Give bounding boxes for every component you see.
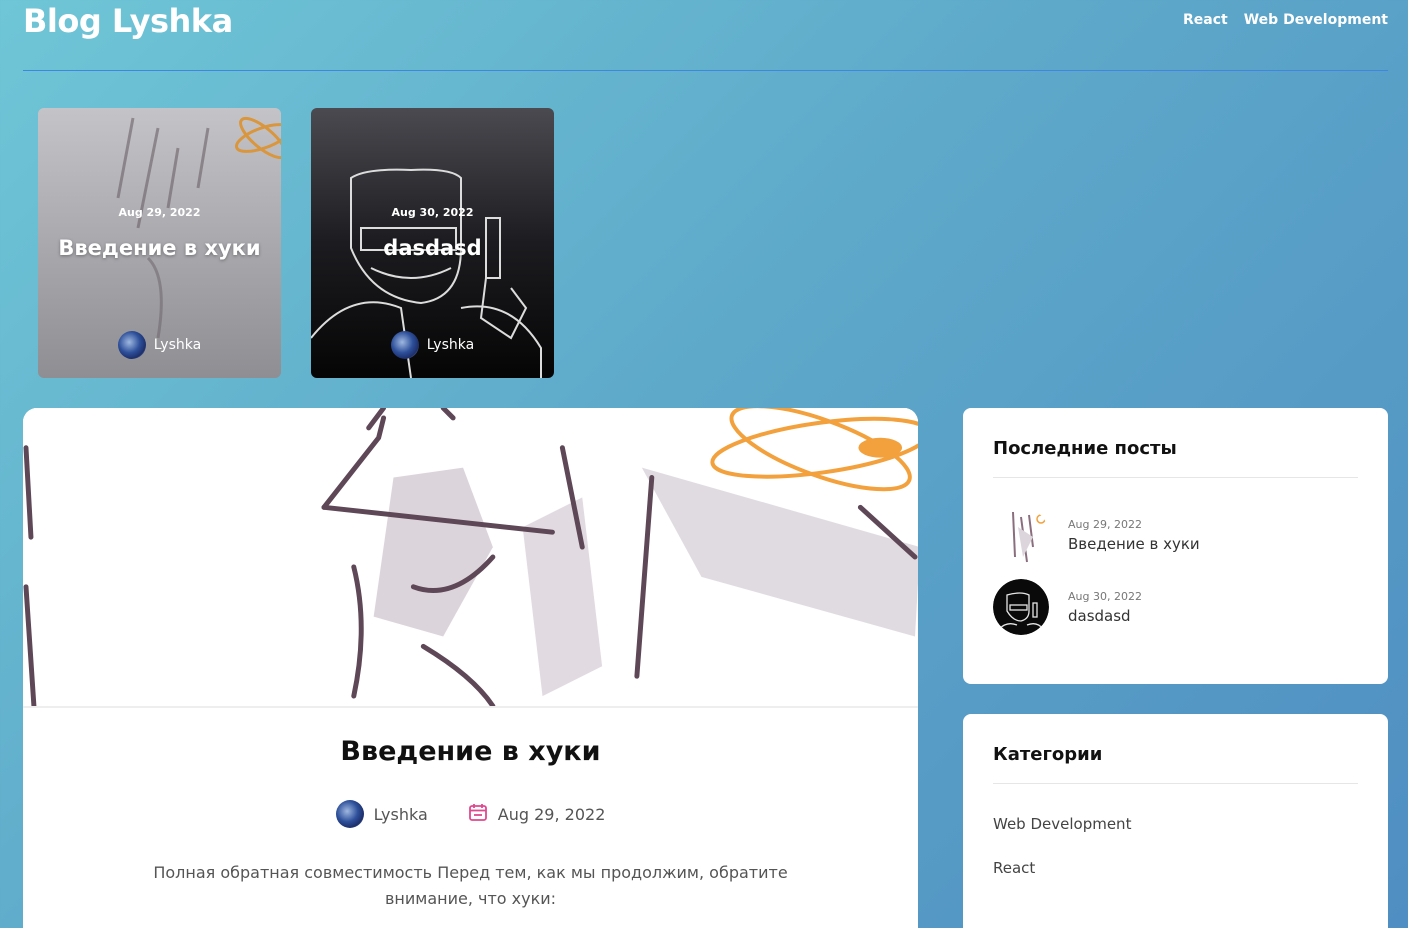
site-brand[interactable]: Blog Lyshka: [23, 2, 233, 40]
category-link-web-development[interactable]: Web Development: [993, 815, 1358, 833]
featured-card[interactable]: Aug 29, 2022 Введение в хуки Lyshka: [38, 108, 281, 378]
post-image[interactable]: [23, 408, 918, 708]
recent-post-title[interactable]: Введение в хуки: [1068, 535, 1200, 553]
recent-post-item[interactable]: Aug 30, 2022 dasdasd: [993, 579, 1358, 635]
avatar: [117, 331, 146, 359]
featured-card-author: Lyshka: [38, 331, 281, 359]
recent-posts-widget: Последние посты Aug 29, 2022 Введение в …: [963, 408, 1388, 684]
widget-title: Последние посты: [993, 438, 1358, 478]
category-link-react[interactable]: React: [993, 859, 1358, 877]
featured-card-title[interactable]: Введение в хуки: [38, 236, 281, 260]
featured-card-date: Aug 29, 2022: [118, 206, 201, 219]
recent-post-item[interactable]: Aug 29, 2022 Введение в хуки: [993, 507, 1358, 563]
post-meta: Lyshka Aug 29, 2022: [23, 800, 918, 828]
nav-link-react[interactable]: React: [1183, 12, 1228, 28]
avatar: [390, 331, 419, 359]
author-name[interactable]: Lyshka: [154, 337, 201, 353]
featured-card-author: Lyshka: [311, 331, 554, 359]
post-author[interactable]: Lyshka: [374, 805, 428, 824]
featured-card-date: Aug 30, 2022: [391, 206, 474, 219]
post-title[interactable]: Введение в хуки: [23, 736, 918, 767]
categories-widget: Категории Web Development React: [963, 714, 1388, 928]
recent-post-title[interactable]: dasdasd: [1068, 607, 1142, 625]
recent-post-thumb: [993, 507, 1049, 563]
author-name[interactable]: Lyshka: [427, 337, 474, 353]
post-date: Aug 29, 2022: [497, 804, 606, 824]
nav-link-web-development[interactable]: Web Development: [1244, 12, 1388, 28]
widget-title: Категории: [993, 744, 1358, 784]
site-header: Blog Lyshka React Web Development: [23, 0, 1388, 71]
featured-card-title[interactable]: dasdasd: [311, 236, 554, 260]
main-nav: React Web Development: [1183, 12, 1388, 28]
post-card: Введение в хуки Lyshka Aug 29, 2022 Полн…: [23, 408, 918, 928]
recent-post-thumb: [993, 579, 1049, 635]
recent-post-date: Aug 30, 2022: [1068, 589, 1142, 603]
avatar: [335, 800, 364, 828]
recent-post-date: Aug 29, 2022: [1068, 517, 1142, 531]
post-excerpt: Полная обратная совместимость Перед тем,…: [153, 863, 788, 908]
calendar-icon: [468, 802, 488, 826]
featured-card[interactable]: Aug 30, 2022 dasdasd Lyshka: [311, 108, 554, 378]
